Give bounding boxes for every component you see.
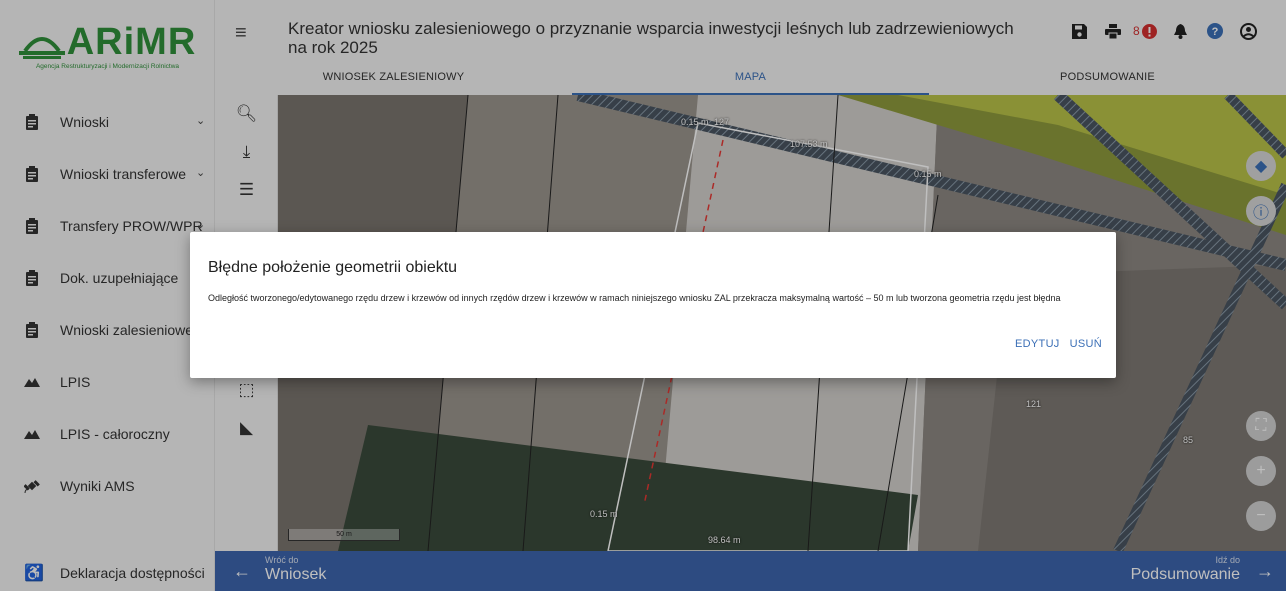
dialog-actions: EDYTUJ USUŃ [1015,338,1102,350]
delete-button[interactable]: USUŃ [1070,338,1102,350]
dialog-message: Odległość tworzonego/edytowanego rzędu d… [208,293,1061,303]
error-dialog: Błędne położenie geometrii obiektu Odleg… [190,232,1116,378]
dialog-title: Błędne położenie geometrii obiektu [208,259,458,276]
edit-button[interactable]: EDYTUJ [1015,338,1060,350]
